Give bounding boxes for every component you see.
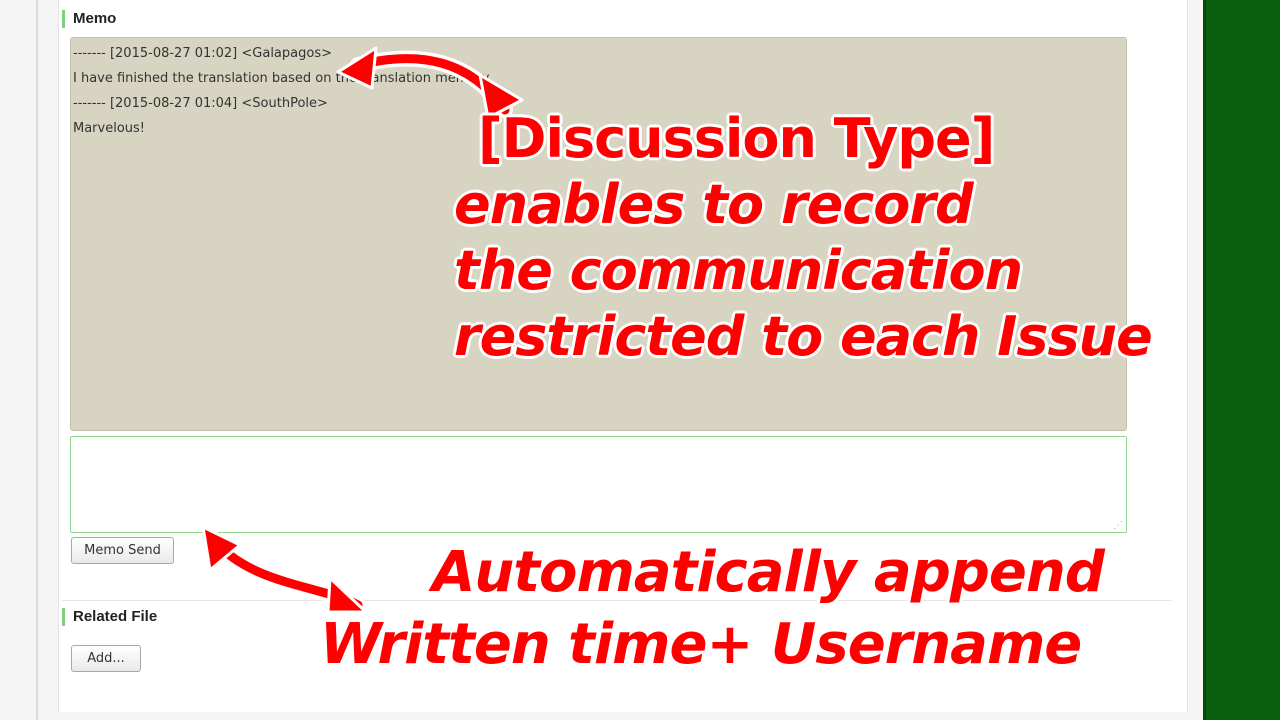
annotation-top-line: the communication (454, 239, 1023, 302)
annotation-top-line: restricted to each Issue (454, 305, 1153, 368)
annotation-top-line: [Discussion Type] (478, 107, 995, 170)
annotation-top-text: [Discussion Type] enables to record the … (454, 107, 1153, 364)
annotation-bottom-line: Automatically append (432, 540, 1105, 605)
annotation-bottom-text: Automatically append Written time+ Usern… (320, 540, 1105, 677)
annotation-bottom-line: Written time+ Username (320, 612, 1082, 677)
annotation-top-line: enables to record (454, 173, 974, 236)
